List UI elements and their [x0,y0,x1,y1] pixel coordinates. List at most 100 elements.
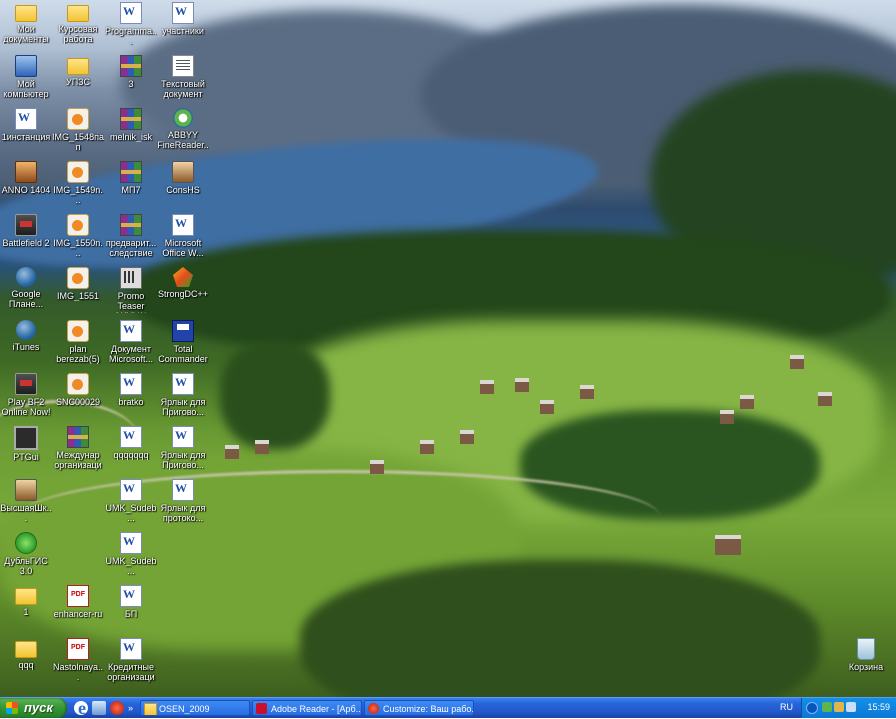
rar-icon [120,161,142,183]
quick-launch-ie-icon[interactable] [74,698,88,719]
folder-docs-icon [15,5,37,22]
tray-app-icon[interactable] [822,702,832,712]
desktop-icon-qqqqqqq[interactable]: qqqqqqq [105,424,157,477]
house [420,440,434,454]
desktop-icon-google-earth[interactable]: Google Плане... [0,265,52,318]
desktop-icon-img-1551[interactable]: IMG_1551 [52,265,104,318]
desktop-icon-bratko[interactable]: bratko [105,371,157,424]
desktop-icon-snc00029[interactable]: SNC00029 [52,371,104,424]
desktop-icon-enhancer-ru[interactable]: enhancer-ru [52,583,104,636]
house [715,535,741,555]
desktop-icon-uchastniki[interactable]: участники [157,0,209,53]
desktop-icon-mp7[interactable]: МП7 [105,159,157,212]
desktop-icon-ms-office-word[interactable]: Microsoft Office W... [157,212,209,265]
image-icon [67,267,89,289]
desktop-icon-3[interactable]: 3 [105,53,157,106]
desktop-icon-coursework[interactable]: Курсовая работа [52,0,104,53]
desktop-icon-shortcut-prigovor-2[interactable]: Ярлык для Пригово... [157,424,209,477]
desktop-icon-shortcut-protokol[interactable]: Ярлык для протоко... [157,477,209,530]
rar-icon [120,108,142,130]
task-button-customize[interactable]: Customize: Ваш рабо... [364,700,474,716]
icon-label: UMK_Sudeb... [105,503,157,523]
clock[interactable]: 15:59 [867,702,890,712]
desktop-icon-melnik-isk[interactable]: melnik_isk [105,106,157,159]
desktop-icon-img-1548[interactable]: IMG_1548пап [52,106,104,159]
icon-label: Google Плане... [8,289,44,309]
desktop-icon-nastolnaya[interactable]: Nastolnaya... [52,636,104,689]
desktop-icon-umk-sudeb-2[interactable]: UMK_Sudeb... [105,530,157,583]
folder-icon [67,58,89,75]
image-icon [67,373,89,395]
desktop-icon-doc-microsoft[interactable]: Документ Microsoft... [105,318,157,371]
house [740,395,754,409]
house [580,385,594,399]
desktop-icon-conshs[interactable]: ConsHS [157,159,209,212]
desktop-icon-1instance[interactable]: 1инстанция [0,106,52,159]
icon-label: Programma... [105,26,157,46]
icon-label: SNC00029 [55,397,101,407]
icon-label: ДубльГИС 3.0 [4,556,48,576]
desktop-icon-ptgui[interactable]: PTGui [0,424,52,477]
icon-label: Microsoft Office W... [162,238,204,258]
icon-label: 3 [128,79,134,89]
house [720,410,734,424]
forest [220,340,330,450]
desktop-icon-my-computer[interactable]: Мой компьютер [0,53,52,106]
desktop-icon-strongdc[interactable]: StrongDC++ [157,265,209,318]
quick-launch-opera-icon[interactable] [110,701,124,715]
word-icon [172,479,194,501]
icon-label: Ярлык для протоко... [160,503,206,523]
desktop-icon-total-commander[interactable]: Total Commander [157,318,209,371]
desktop-icon-mezhdunar-org[interactable]: Междунар организации [52,424,104,477]
globe-icon [16,267,36,287]
folder-icon [67,5,89,22]
desktop-icon-folder-1[interactable]: 1 [0,583,52,636]
desktop-icon-umk-sudeb-1[interactable]: UMK_Sudeb... [105,477,157,530]
desktop-icon-img-1549[interactable]: IMG_1549n... [52,159,104,212]
icon-label: ABBYY FineReader... [157,130,209,152]
show-hidden-icons-icon[interactable] [806,702,818,714]
icon-label: МП7 [121,185,141,195]
strongdc-icon [173,267,193,287]
desktop-icon-play-bf2[interactable]: Play BF2 Online Now! [0,371,52,424]
word-icon [120,320,142,342]
text-document-icon [172,55,194,77]
language-indicator[interactable]: RU [780,702,793,712]
desktop-icon-text-document[interactable]: Текстовый документ [157,53,209,106]
desktop-icon-anno-1404[interactable]: ANNO 1404 [0,159,52,212]
desktop-icon-battlefield-2[interactable]: Battlefield 2 [0,212,52,265]
desktop-icon-bp[interactable]: БП [105,583,157,636]
taskbar: пуск » OSEN_2009 Adobe Reader - [Арб... … [0,697,896,719]
icon-label: IMG_1548пап [52,132,104,152]
desktop-icon-kreditnye-org[interactable]: Кредитные организации [105,636,157,689]
desktop-icon-img-1550[interactable]: IMG_1550n... [52,212,104,265]
desktop-icon-my-documents[interactable]: Мои документы [0,0,52,53]
quick-launch-desktop-icon[interactable] [92,701,106,715]
house [255,440,269,454]
desktop-icon-promo-teaser[interactable]: Promo Teaser (WMVA) [105,265,157,318]
icon-label: предварит... следствие [105,238,157,258]
task-button-osen-2009[interactable]: OSEN_2009 [140,700,250,716]
video-icon [120,267,142,289]
desktop-icon-predvarit[interactable]: предварит... следствие [105,212,157,265]
task-button-adobe-reader[interactable]: Adobe Reader - [Арб... [252,700,362,716]
house [818,392,832,406]
desktop-icon-programma[interactable]: Programma... [105,0,157,53]
task-label: Adobe Reader - [Арб... [271,704,362,714]
desktop-icon-folder-qqq[interactable]: qqq [0,636,52,689]
desktop-icon-itunes[interactable]: iTunes [0,318,52,371]
desktop-icon-recycle-bin[interactable]: Корзина [840,636,892,689]
opera-icon [368,703,379,714]
desktop-icon-upzs[interactable]: УПЗС [52,53,104,106]
desktop-icon-vysshaya-shk[interactable]: ВысшаяШк... [0,477,52,530]
icon-label: Корзина [848,662,884,672]
quick-launch-more-icon[interactable]: » [128,701,136,715]
volume-icon[interactable] [846,702,856,712]
tray-app-icon[interactable] [834,702,844,712]
desktop-icon-abbyy[interactable]: ABBYY FineReader... [157,106,209,159]
desktop-icon-shortcut-prigovor-1[interactable]: Ярлык для Пригово... [157,371,209,424]
start-button[interactable]: пуск [0,698,67,718]
desktop-icon-dublgis[interactable]: ДубльГИС 3.0 [0,530,52,583]
desktop-icon-plan-berezab[interactable]: plan berezab(5) [52,318,104,371]
image-icon [67,214,89,236]
